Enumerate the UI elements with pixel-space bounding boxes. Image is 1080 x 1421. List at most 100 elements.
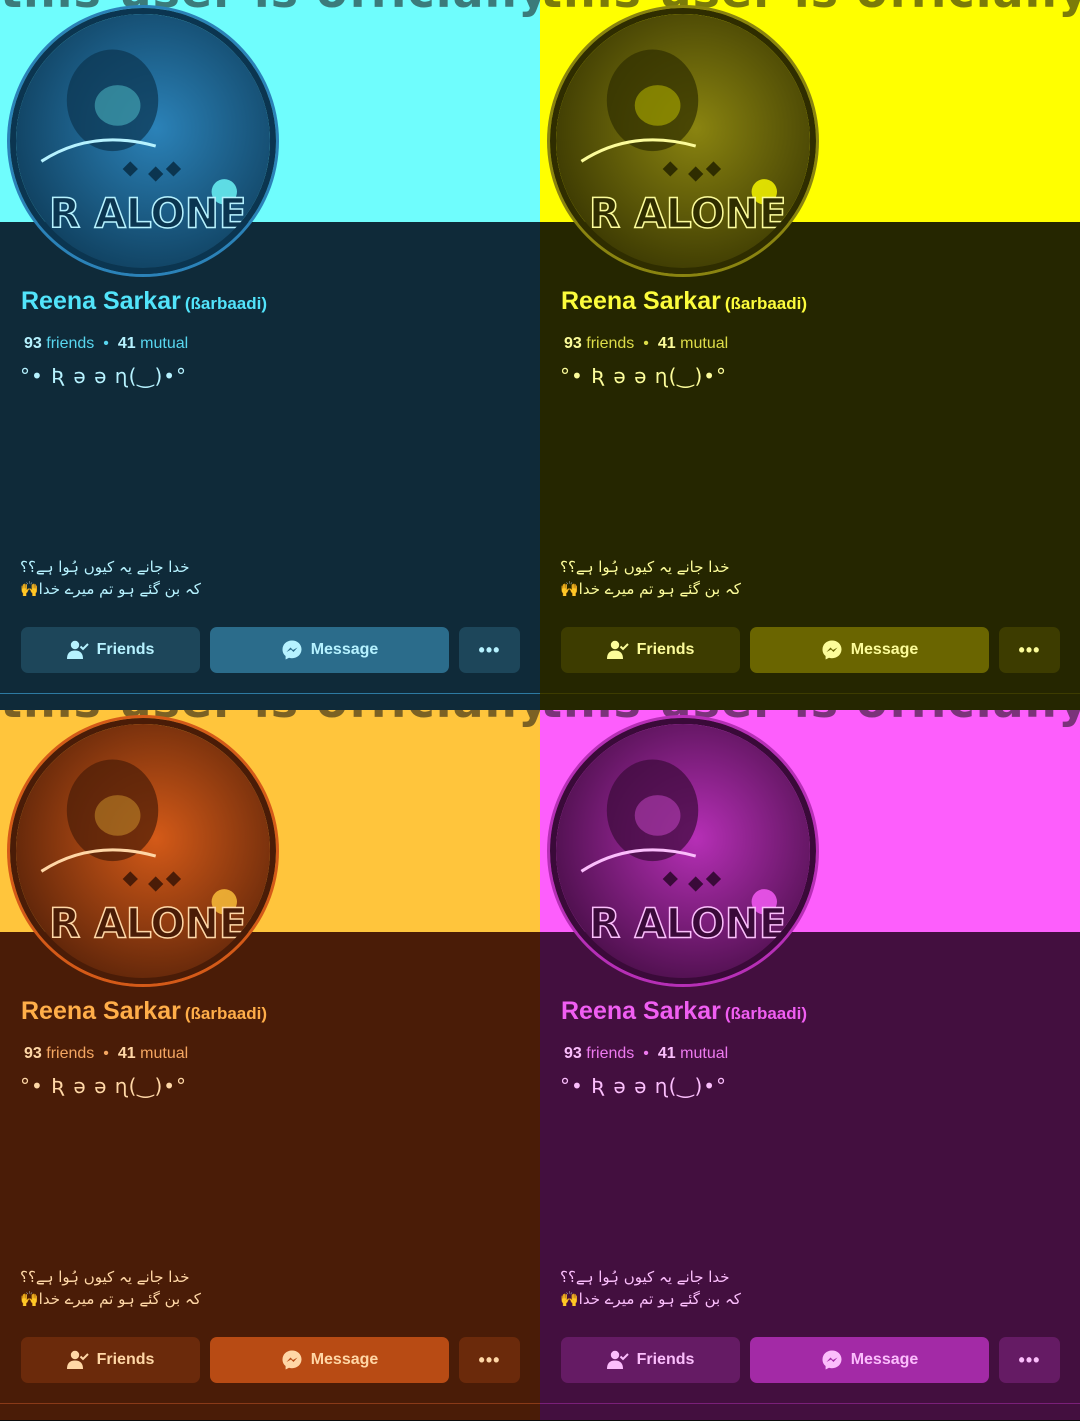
more-options-button[interactable]: ••• [999,627,1060,673]
message-button[interactable]: Message [210,627,449,673]
bio-text: °• Ʀ ə ə ɳ(‿)•° [560,1074,728,1098]
mutual-label: mutual [680,335,729,352]
avatar[interactable]: R ALONE [550,718,816,984]
messenger-icon [281,639,303,661]
intro-line-2: کہ بن گئے ہو تم میرے خدا🙌 [560,1290,741,1308]
mutual-count: 41 [657,335,676,352]
avatar-text: R ALONE [589,189,787,237]
friends-label: friends [586,1045,635,1062]
profile-nickname: (ßarbaadi) [184,294,268,313]
intro-line-1: خدا جانے یہ کیوں ہُوا ہے؟؟ [20,1268,190,1286]
bio-text: °• Ʀ ə ə ɳ(‿)•° [20,364,188,388]
profile-panel: this user is officially rude. R ALONE Re… [540,710,1080,1420]
divider-strip [540,694,1080,710]
mutual-label: mutual [140,335,189,352]
profile-name[interactable]: Reena Sarkar [21,287,181,315]
friends-label: friends [46,335,95,352]
more-options-icon: ••• [478,640,501,660]
avatar-text: R ALONE [589,899,787,947]
separator-dot: • [643,335,649,352]
avatar-text: R ALONE [49,189,247,237]
friends-button-label: Friends [96,641,155,658]
mutual-count: 41 [117,335,136,352]
intro-text: خدا جانے یہ کیوں ہُوا ہے؟؟ کہ بن گئے ہو … [20,556,250,600]
friends-button-label: Friends [636,641,695,658]
more-options-button[interactable]: ••• [999,1337,1060,1383]
friend-stats[interactable]: 93 friends • 41 mutual [24,335,188,353]
cover-caption: this user is officially rude. [540,710,1080,728]
divider-strip [0,694,540,710]
profile-panel: this user is officially rude. R ALONE Re… [0,0,540,710]
intro-line-2: کہ بن گئے ہو تم میرے خدا🙌 [560,580,741,598]
friends-count: 93 [564,335,582,352]
divider-strip [540,1404,1080,1420]
more-options-icon: ••• [1018,1350,1041,1370]
friends-button-label: Friends [636,1351,695,1368]
cover-caption: this user is officially rude. [0,710,540,728]
message-button-label: Message [310,1351,379,1368]
intro-text: خدا جانے یہ کیوں ہُوا ہے؟؟ کہ بن گئے ہو … [20,1266,250,1310]
profile-panel: this user is officially rude. R ALONE Re… [540,0,1080,710]
intro-text: خدا جانے یہ کیوں ہُوا ہے؟؟ کہ بن گئے ہو … [560,1266,790,1310]
friends-button-label: Friends [96,1351,155,1368]
message-button[interactable]: Message [210,1337,449,1383]
mutual-label: mutual [680,1045,729,1062]
profile-name[interactable]: Reena Sarkar [21,997,181,1025]
friends-label: friends [586,335,635,352]
profile-nickname: (ßarbaadi) [724,1004,808,1023]
profile-nickname: (ßarbaadi) [184,1004,268,1023]
message-button[interactable]: Message [750,1337,989,1383]
intro-line-2: کہ بن گئے ہو تم میرے خدا🙌 [20,1290,201,1308]
more-options-icon: ••• [478,1350,501,1370]
profile-nickname: (ßarbaadi) [724,294,808,313]
mutual-label: mutual [140,1045,189,1062]
friends-person-check-icon [606,1350,629,1370]
friends-count: 93 [24,335,42,352]
cover-caption: this user is officially rude. [0,0,540,18]
bio-text: °• Ʀ ə ə ɳ(‿)•° [20,1074,188,1098]
profile-panel: this user is officially rude. R ALONE Re… [0,710,540,1420]
friend-stats[interactable]: 93 friends • 41 mutual [24,1045,188,1063]
messenger-icon [821,639,843,661]
message-button-label: Message [850,641,919,658]
avatar[interactable]: R ALONE [10,718,276,984]
separator-dot: • [103,1045,109,1062]
messenger-icon [821,1349,843,1371]
friends-count: 93 [564,1045,582,1062]
divider-strip [0,1404,540,1420]
intro-text: خدا جانے یہ کیوں ہُوا ہے؟؟ کہ بن گئے ہو … [560,556,790,600]
friends-label: friends [46,1045,95,1062]
message-button[interactable]: Message [750,627,989,673]
separator-dot: • [643,1045,649,1062]
friend-stats[interactable]: 93 friends • 41 mutual [564,1045,728,1063]
intro-line-1: خدا جانے یہ کیوں ہُوا ہے؟؟ [560,558,730,576]
friends-person-check-icon [66,1350,89,1370]
message-button-label: Message [310,641,379,658]
friends-count: 93 [24,1045,42,1062]
friend-stats[interactable]: 93 friends • 41 mutual [564,335,728,353]
avatar[interactable]: R ALONE [550,8,816,274]
bio-text: °• Ʀ ə ə ɳ(‿)•° [560,364,728,388]
intro-line-1: خدا جانے یہ کیوں ہُوا ہے؟؟ [20,558,190,576]
mutual-count: 41 [117,1045,136,1062]
friends-person-check-icon [66,640,89,660]
intro-line-2: کہ بن گئے ہو تم میرے خدا🙌 [20,580,201,598]
friends-button[interactable]: Friends [21,627,200,673]
avatar-text: R ALONE [49,899,247,947]
friends-person-check-icon [606,640,629,660]
message-button-label: Message [850,1351,919,1368]
avatar[interactable]: R ALONE [10,8,276,274]
intro-line-1: خدا جانے یہ کیوں ہُوا ہے؟؟ [560,1268,730,1286]
friends-button[interactable]: Friends [561,1337,740,1383]
profile-name[interactable]: Reena Sarkar [561,287,721,315]
profile-name[interactable]: Reena Sarkar [561,997,721,1025]
more-options-icon: ••• [1018,640,1041,660]
mutual-count: 41 [657,1045,676,1062]
cover-caption: this user is officially rude. [540,0,1080,18]
more-options-button[interactable]: ••• [459,1337,520,1383]
friends-button[interactable]: Friends [561,627,740,673]
friends-button[interactable]: Friends [21,1337,200,1383]
profile-variants-grid: this user is officially rude. R ALONE Re… [0,0,1080,1421]
separator-dot: • [103,335,109,352]
more-options-button[interactable]: ••• [459,627,520,673]
